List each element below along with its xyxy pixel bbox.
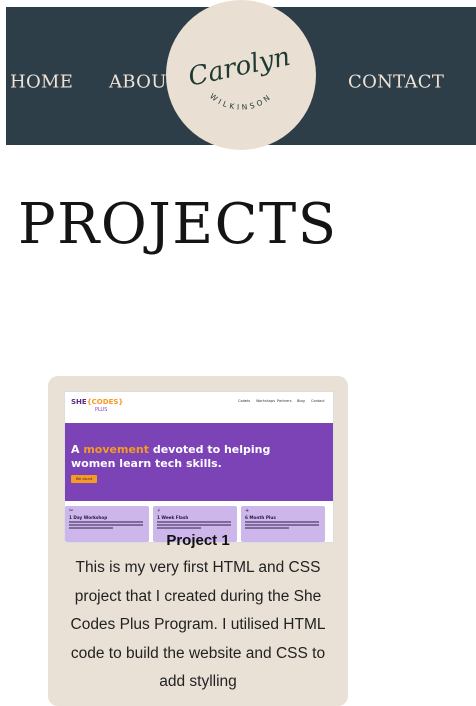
page-title: PROJECTS xyxy=(18,192,338,257)
thumb-nav-item: Partners xyxy=(277,399,292,403)
scissors-icon: ✂ xyxy=(69,508,74,514)
project-card[interactable]: SHE{CODES} PLUS Cadets Workshops Partner… xyxy=(48,376,348,706)
svg-text:WILKINSON: WILKINSON xyxy=(208,92,274,112)
thumb-tile-text-lines xyxy=(245,521,319,530)
site-logo[interactable]: Carolyn WILKINSON xyxy=(166,0,316,150)
thumb-brand-she: SHE xyxy=(71,398,87,406)
logo-mark: Carolyn WILKINSON xyxy=(186,42,293,112)
thumb-hero: A movement devoted to helping women lear… xyxy=(65,423,333,501)
thumb-tile-title: 6 Month Plus xyxy=(245,515,276,520)
thumb-hero-text: A movement devoted to helping women lear… xyxy=(71,443,291,471)
thumb-brand-plus: PLUS xyxy=(95,407,108,413)
thumb-nav-item: Contact xyxy=(311,399,325,403)
thumb-hero-highlight: movement xyxy=(83,443,150,456)
lightning-icon: ⚡ xyxy=(157,508,161,514)
nav-contact-link[interactable]: CONTACT xyxy=(348,72,444,93)
thumb-nav-item: Blog xyxy=(297,399,305,403)
plus-icon: + xyxy=(245,508,250,514)
thumb-tile-title: 1 Day Workshop xyxy=(69,515,108,520)
thumb-tile-title: 1 Week Flash xyxy=(157,515,189,520)
logo-surname-text: WILKINSON xyxy=(208,92,271,112)
project-thumbnail[interactable]: SHE{CODES} PLUS Cadets Workshops Partner… xyxy=(64,391,334,543)
thumb-tile-text-lines xyxy=(69,521,143,530)
project-description: This is my very first HTML and CSS proje… xyxy=(70,559,326,690)
thumb-brand-codes: {CODES} xyxy=(86,398,124,406)
thumb-tile-text-lines xyxy=(157,521,231,530)
project-title: Project 1 xyxy=(166,532,230,549)
thumb-hero-prefix: A xyxy=(71,443,84,456)
thumb-nav-item: Cadets xyxy=(238,399,251,403)
logo-script-text: Carolyn xyxy=(186,42,293,93)
thumb-hero-button: We count xyxy=(71,475,97,483)
thumb-brand: SHE{CODES} xyxy=(71,398,123,406)
nav-home-link[interactable]: HOME xyxy=(10,72,73,93)
thumb-nav-item: Workshops xyxy=(256,399,276,403)
